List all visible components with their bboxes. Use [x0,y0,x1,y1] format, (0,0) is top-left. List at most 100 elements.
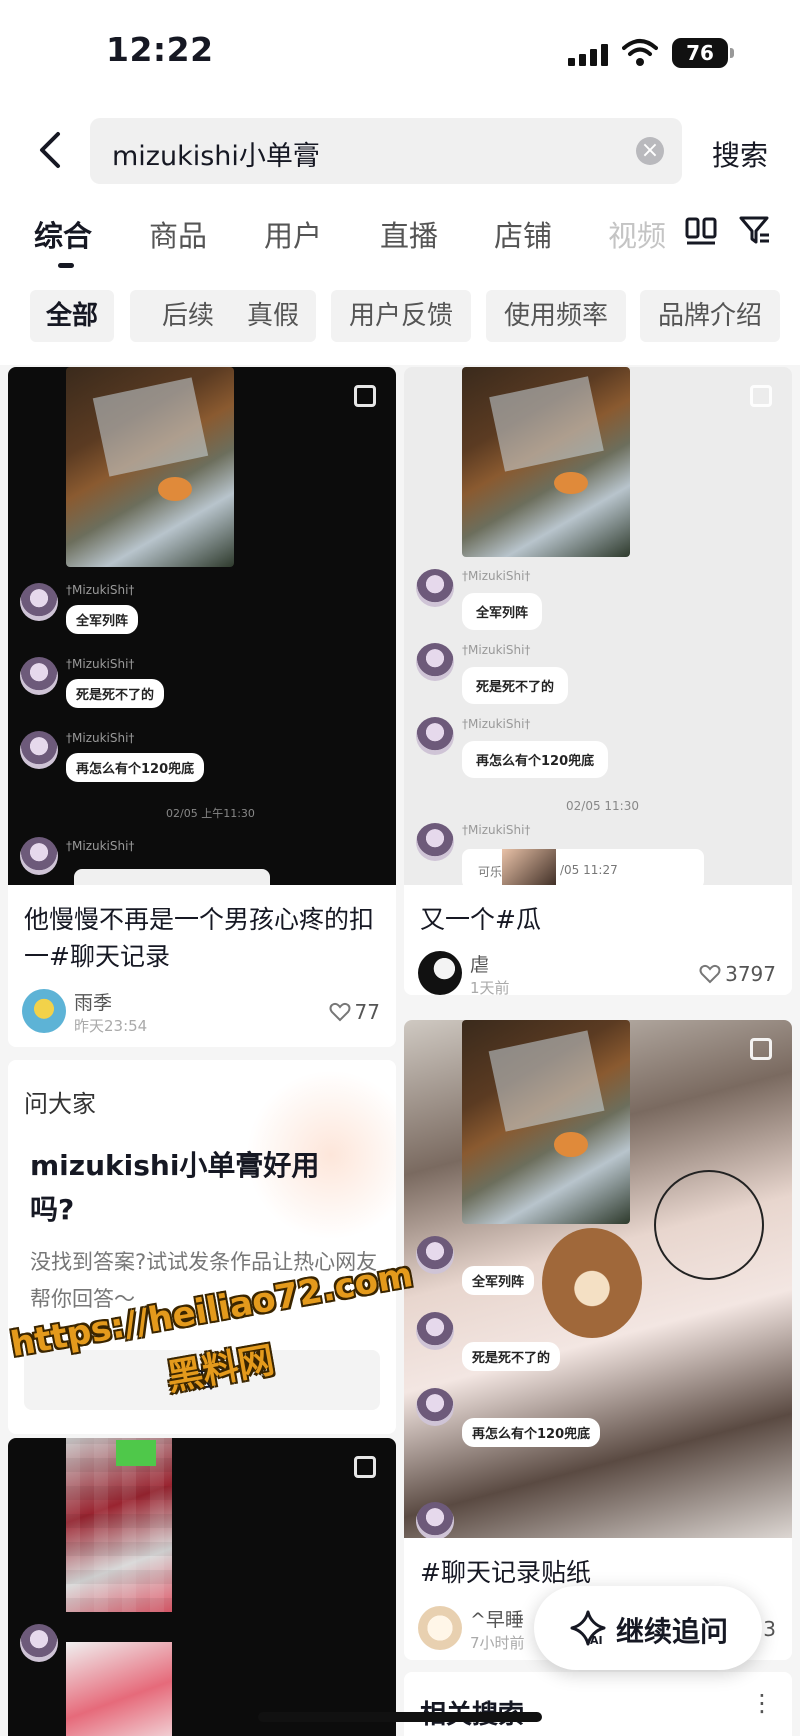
preview-snippet: 可乐 [478,865,503,879]
author-avatar[interactable] [418,1606,462,1650]
doodle-glasses [654,1170,764,1280]
wifi-icon [622,39,658,66]
card-2-title[interactable]: 又一个#瓜 [420,901,541,938]
chip-user-feedback[interactable]: 用户反馈 [331,290,471,342]
card-1-time: 昨天23:54 [74,1017,148,1035]
tab-live[interactable]: 直播 [380,213,438,255]
card-1-title[interactable]: 他慢慢不再是一个男孩心疼的扣一#聊天记录 [24,901,384,975]
status-time: 12:22 [106,30,214,69]
chat-avatar [20,583,58,621]
search-input[interactable]: mizukishi小单膏 × [90,118,682,184]
card-2-time: 1天前 [470,979,510,995]
filter-icon[interactable] [738,213,772,247]
chat-bubble: 全军列阵 [66,605,139,634]
result-card-4[interactable] [8,1438,396,1736]
ask-question[interactable]: mizukishi小单膏好用吗? [30,1144,350,1232]
chat-avatar [416,1236,454,1274]
search-results-page: 12:22 76 mizukishi小单膏 × 搜索 综合 商品 用户 直播 店… [0,0,800,1736]
chat-bubble: 死是死不了的 [462,1342,561,1371]
chat-avatar [20,657,58,695]
related-searches-card[interactable]: 相关搜索 ⋮ [404,1672,792,1736]
card-2-likes[interactable]: 3797 [699,962,776,986]
author-avatar[interactable] [22,989,66,1033]
chat-username: †MizukiShi† [66,839,135,853]
like-count: 77 [354,1000,380,1024]
card-3-thumbnail[interactable]: 全军列阵 死是死不了的 再怎么有个120兜底 [404,1020,792,1538]
like-count: 3 [763,1617,776,1641]
card-3-photo [462,1020,630,1224]
chat-avatar [416,643,454,681]
card-4-thumbnail[interactable] [8,1438,396,1736]
result-card-2[interactable]: †MizukiShi† 全军列阵 †MizukiShi† 死是死不了的 †Miz… [404,367,792,995]
chip-authenticity[interactable]: 真假 [230,290,316,342]
search-query-text[interactable]: mizukishi小单膏 [112,134,320,173]
chat-bubble: 再怎么有个120兜底 [462,1418,601,1447]
chat-avatar [416,569,454,607]
chip-brand-intro[interactable]: 品牌介绍 [640,290,780,342]
chat-bubble: 全军列阵 [462,1266,535,1295]
chat-avatar [20,1624,58,1662]
author-avatar[interactable] [418,951,462,995]
card-3-author[interactable]: ^早睡 [470,1605,524,1632]
chat-quoted-preview: 可乐 /05 11:27 [462,849,704,885]
tab-users[interactable]: 用户 [264,213,322,255]
chat-bubble: 死是死不了的 [66,679,165,708]
clear-icon[interactable]: × [636,137,664,165]
chip-all[interactable]: 全部 [30,290,114,342]
multi-image-icon [750,1038,772,1060]
card-1-likes[interactable]: 77 [329,1000,380,1024]
chat-timestamp: 02/05 上午11:30 [166,807,255,820]
chat-bubble: 全军列阵 [462,593,543,630]
multi-image-icon [354,1456,376,1478]
chat-avatar [20,731,58,769]
tab-products[interactable]: 商品 [149,213,207,255]
result-card-3[interactable]: 全军列阵 死是死不了的 再怎么有个120兜底 #聊天记录贴纸 ^早睡 7小时前 … [404,1020,792,1660]
green-sticker [116,1440,156,1466]
bear-sticker [542,1228,642,1338]
continue-ask-button[interactable]: AI 继续追问 [534,1586,762,1670]
chip-follow-up[interactable]: 后续 [130,290,246,342]
chat-username: †MizukiShi† [462,569,531,583]
card-1-author[interactable]: 雨季 [74,988,112,1015]
heart-icon[interactable] [329,1002,351,1022]
tab-all[interactable]: 综合 [34,213,92,255]
ai-sparkle-icon: AI [570,1610,606,1647]
chat-username: †MizukiShi† [66,583,135,597]
card-1-photo [66,367,234,567]
heart-icon[interactable] [699,964,721,984]
cellular-signal-icon [568,42,608,66]
card-2-thumbnail[interactable]: †MizukiShi† 全军列阵 †MizukiShi† 死是死不了的 †Miz… [404,367,792,885]
home-indicator[interactable] [258,1712,542,1722]
result-tabs: 综合 商品 用户 直播 店铺 视频 [0,195,800,275]
card-2-author[interactable]: 虐 [470,950,489,977]
layout-toggle-icon[interactable] [684,213,718,247]
chat-avatar [416,1312,454,1350]
preview-time: /05 11:27 [560,863,618,877]
pixelated-image [66,1642,172,1736]
chat-username: †MizukiShi† [66,731,135,745]
card-3-title[interactable]: #聊天记录贴纸 [420,1554,591,1591]
preview-photo [502,849,556,885]
result-card-1[interactable]: †MizukiShi† 全军列阵 †MizukiShi† 死是死不了的 †Miz… [8,367,396,1047]
active-tab-indicator [58,263,74,268]
tab-stores[interactable]: 店铺 [494,213,552,255]
chat-username: †MizukiShi† [462,717,531,731]
filter-chips: 全部 后续 真假 用户反馈 使用频率 品牌介绍 [0,275,800,365]
chat-avatar [416,717,454,755]
more-icon[interactable]: ⋮ [750,1691,774,1715]
chat-username: †MizukiShi† [462,643,531,657]
tab-videos[interactable]: 视频 [608,213,666,255]
search-button[interactable]: 搜索 [712,134,768,174]
chat-timestamp: 02/05 11:30 [566,799,639,813]
chip-usage-frequency[interactable]: 使用频率 [486,290,626,342]
chat-bubble: 再怎么有个120兜底 [462,741,609,778]
card-1-thumbnail[interactable]: †MizukiShi† 全军列阵 †MizukiShi† 死是死不了的 †Miz… [8,367,396,885]
card-3-likes[interactable]: 3 [763,1617,776,1641]
battery-icon: 76 [672,38,734,68]
multi-image-icon [750,385,772,407]
continue-ask-label: 继续追问 [616,1615,729,1648]
chat-quoted-preview [74,869,270,885]
chat-username: †MizukiShi† [462,823,531,837]
back-icon[interactable] [34,130,70,170]
chat-bubble: 再怎么有个120兜底 [66,753,205,782]
